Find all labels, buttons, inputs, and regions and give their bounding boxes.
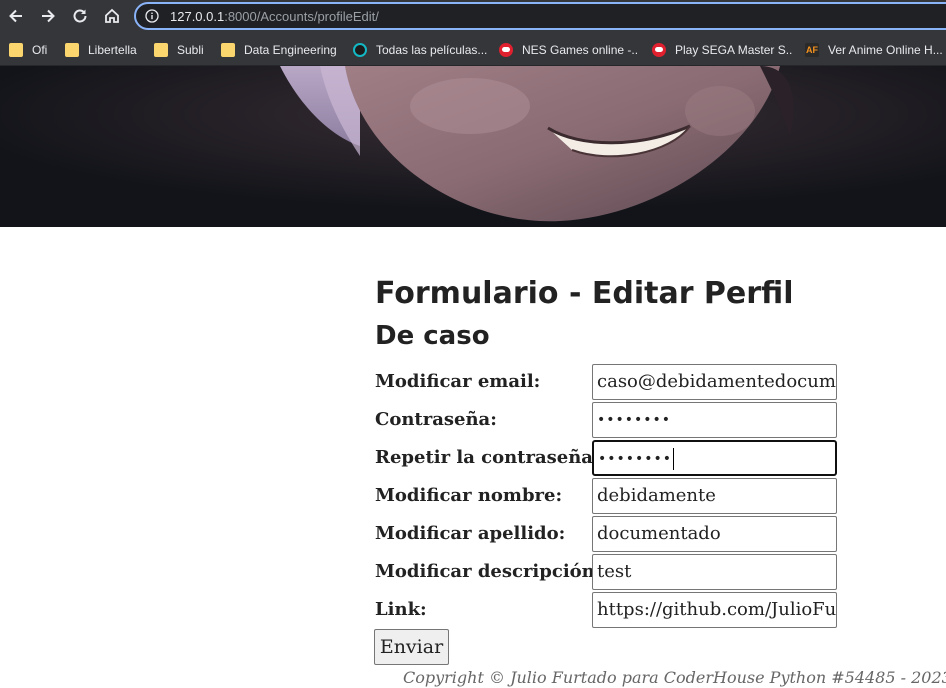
gamepad-icon — [499, 43, 513, 57]
page-title: Formulario - Editar Perfil — [375, 276, 794, 311]
home-icon[interactable] — [100, 4, 124, 28]
bookmark-label: NES Games online -... — [522, 43, 637, 57]
bookmark-label: Play SEGA Master S... — [675, 43, 792, 57]
first-name-field[interactable]: debidamente — [592, 478, 837, 514]
folder-icon — [65, 43, 79, 57]
url-text: 127.0.0.1:8000/Accounts/profileEdit/ — [170, 8, 379, 25]
bookmark-label: Data Engineering — [244, 43, 337, 57]
username-heading: De caso — [375, 321, 490, 351]
af-logo-icon: AF — [805, 43, 819, 57]
repeat-password-value: •••••••• — [598, 451, 673, 467]
bookmark-subli[interactable]: Subli — [154, 39, 204, 61]
first-name-label: Modificar nombre: — [375, 485, 563, 506]
bookmark-ver-anime[interactable]: AF Ver Anime Online H... — [805, 39, 946, 61]
url-host: 127.0.0.1 — [170, 9, 225, 24]
submit-button[interactable]: Enviar — [374, 629, 449, 665]
last-name-label: Modificar apellido: — [375, 523, 566, 544]
folder-icon — [9, 43, 23, 57]
folder-icon — [154, 43, 168, 57]
description-label: Modificar descripción: — [375, 561, 602, 582]
link-field[interactable]: https://github.com/JulioFurtado — [592, 592, 837, 628]
address-bar[interactable]: 127.0.0.1:8000/Accounts/profileEdit/ — [134, 2, 946, 30]
link-label: Link: — [375, 599, 427, 620]
browser-toolbar: 127.0.0.1:8000/Accounts/profileEdit/ — [0, 0, 946, 34]
url-path: :8000/Accounts/profileEdit/ — [224, 9, 379, 24]
bookmark-label: Todas las películas... — [376, 43, 488, 57]
bookmark-libertella[interactable]: Libertella — [65, 39, 137, 61]
back-arrow-icon[interactable] — [4, 4, 28, 28]
reload-icon[interactable] — [68, 4, 92, 28]
bookmark-todas-las-peliculas[interactable]: Todas las películas... — [353, 39, 488, 61]
bookmark-label: Ver Anime Online H... — [828, 43, 943, 57]
forward-arrow-icon[interactable] — [36, 4, 60, 28]
bookmark-play-sega[interactable]: Play SEGA Master S... — [652, 39, 792, 61]
repeat-password-label: Repetir la contraseña: — [375, 447, 600, 468]
banner-image — [0, 66, 946, 227]
bookmark-label: Libertella — [88, 43, 137, 57]
bookmark-nes-games[interactable]: NES Games online -... — [499, 39, 637, 61]
site-info-icon[interactable] — [145, 9, 159, 23]
password-label: Contraseña: — [375, 409, 497, 430]
last-name-field[interactable]: documentado — [592, 516, 837, 552]
email-label: Modificar email: — [375, 371, 541, 392]
email-field[interactable]: caso@debidamentedocumentado.com — [592, 364, 837, 400]
folder-icon — [221, 43, 235, 57]
description-field[interactable]: test — [592, 554, 837, 590]
gamepad-icon — [652, 43, 666, 57]
repeat-password-field[interactable]: •••••••• — [592, 440, 837, 476]
text-caret — [673, 448, 675, 470]
bookmark-ofi[interactable]: Ofi — [9, 39, 47, 61]
footer-copyright: Copyright © Julio Furtado para CoderHous… — [403, 668, 946, 687]
bookmarks-bar: Ofi Libertella Subli Data Engineering To… — [0, 34, 946, 66]
password-field[interactable]: •••••••• — [592, 402, 837, 438]
bookmark-label: Ofi — [32, 43, 48, 57]
bookmark-data-engineering[interactable]: Data Engineering — [221, 39, 337, 61]
play-circle-icon — [353, 43, 367, 57]
bookmark-label: Subli — [177, 43, 204, 57]
